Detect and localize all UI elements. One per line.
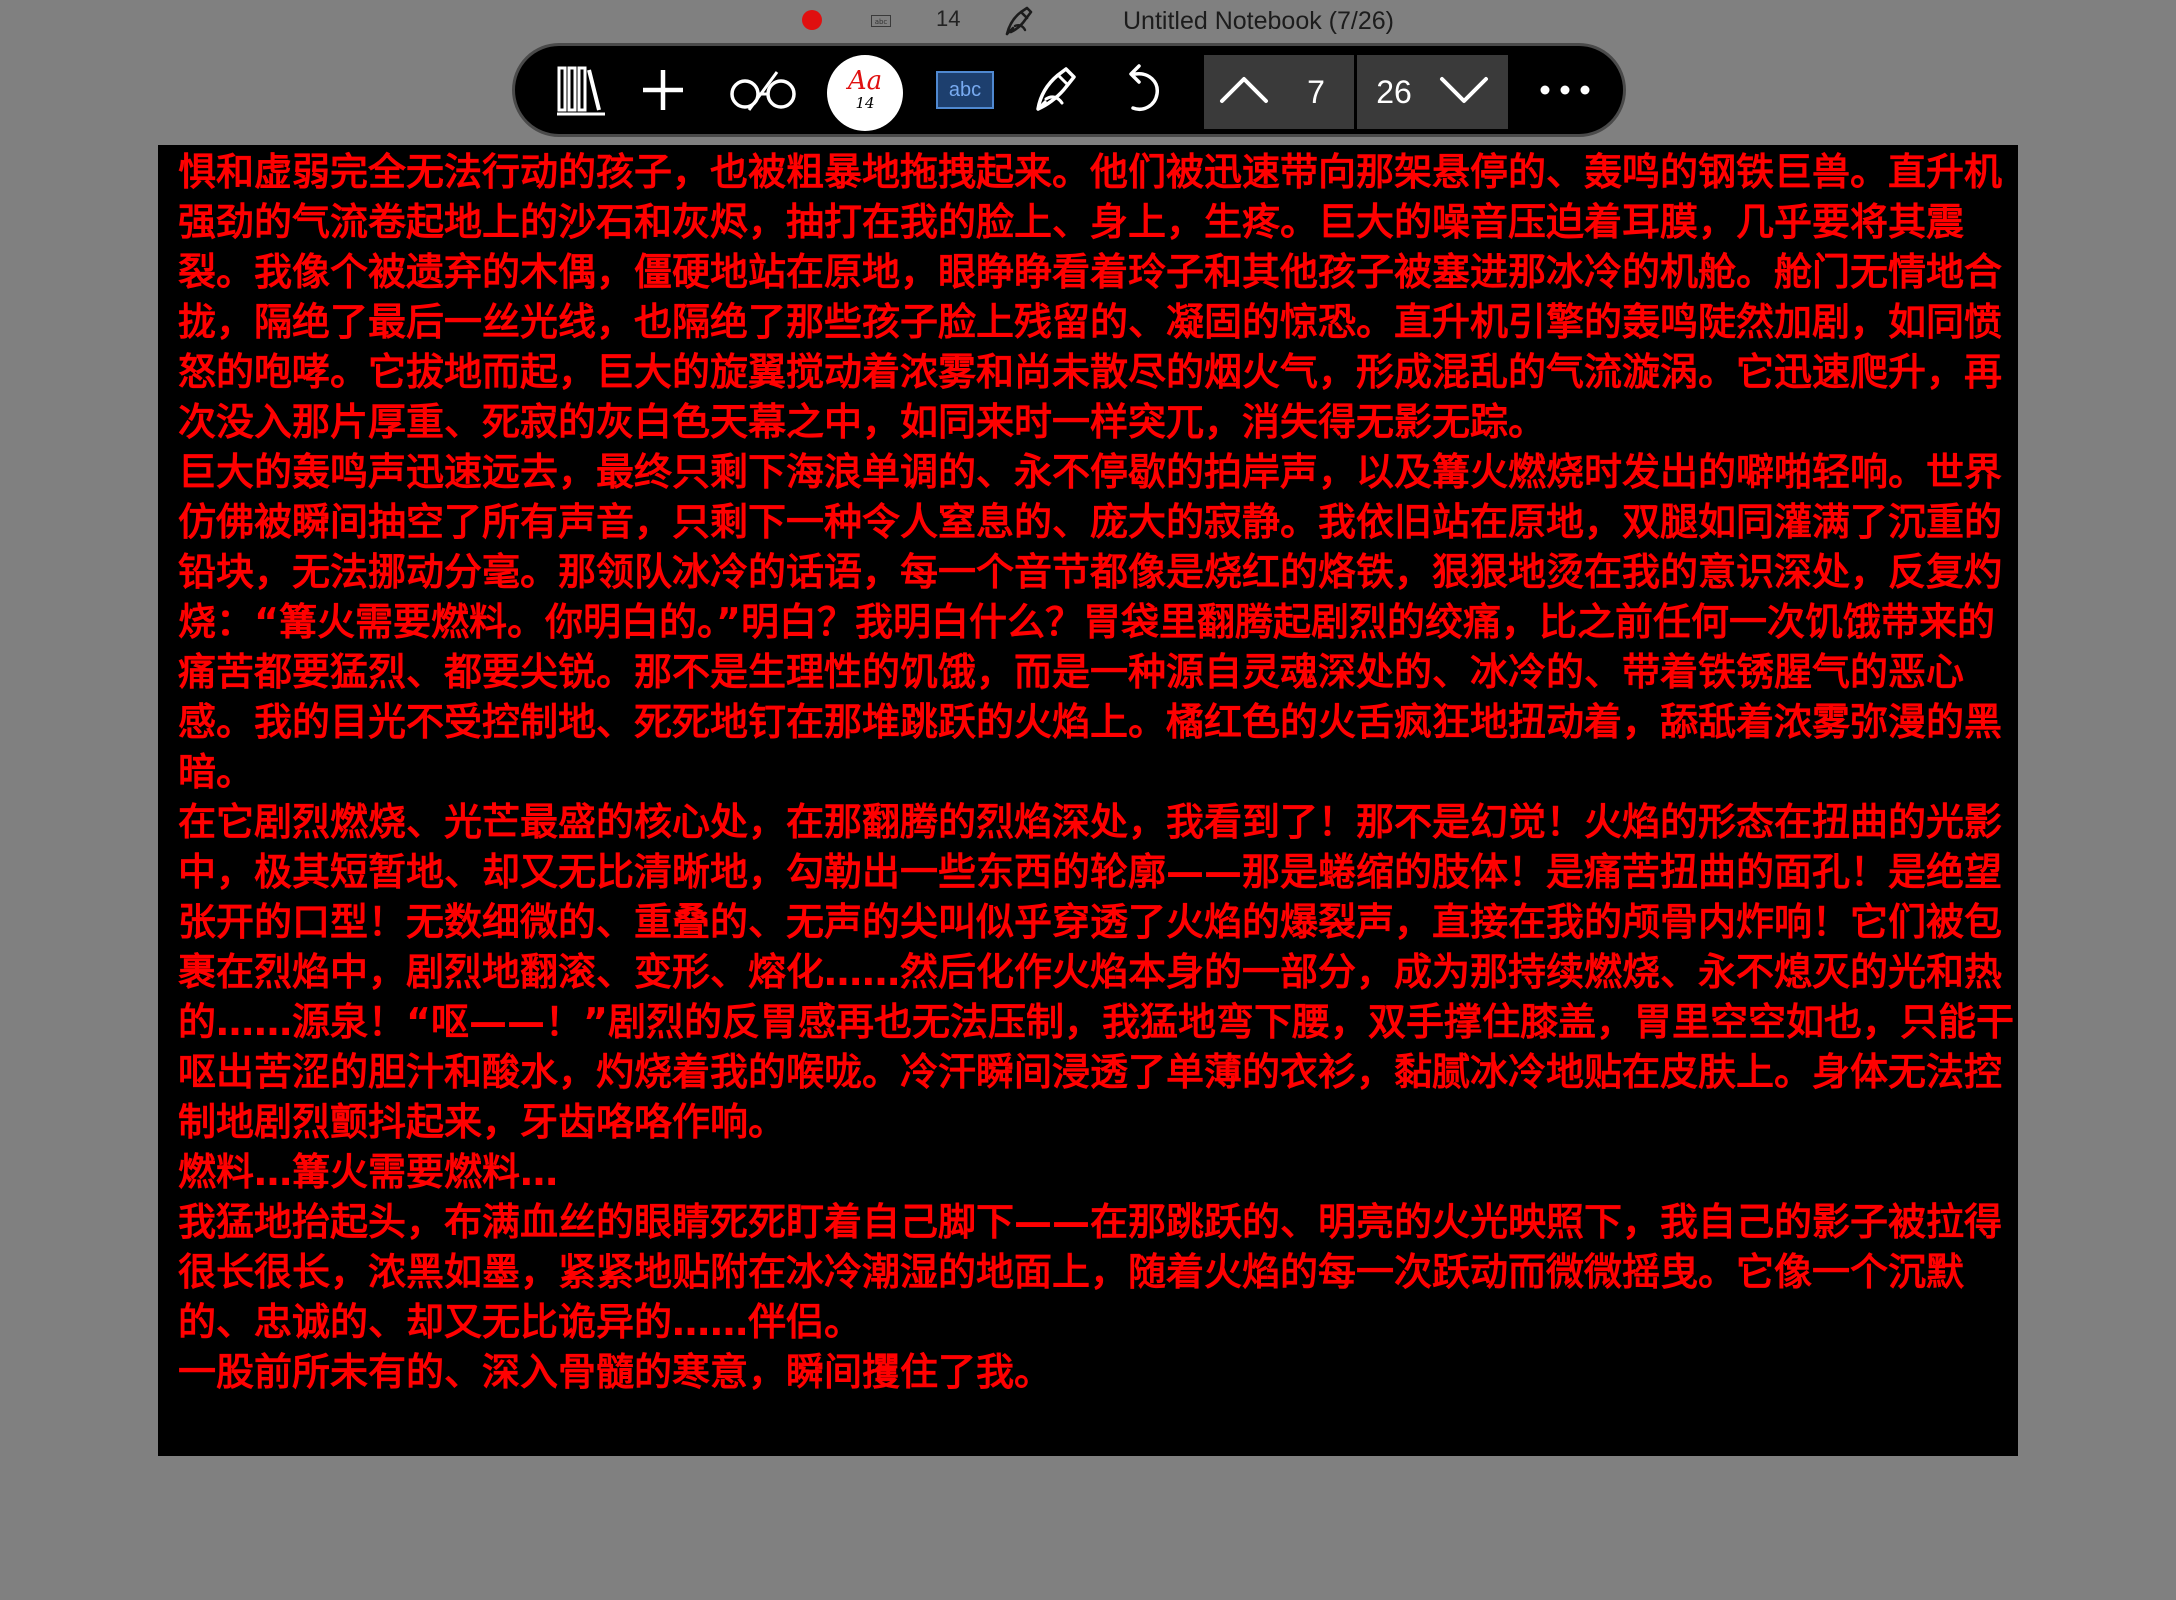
paragraph: 在它剧烈燃烧、光芒最盛的核心处，在那翻腾的烈焰深处，我看到了！那不是幻觉！火焰的… — [178, 800, 2014, 1144]
mini-abc-icon: abc — [871, 15, 891, 27]
undo-button[interactable] — [1109, 58, 1173, 122]
notebook-page[interactable]: 惧和虚弱完全无法行动的孩子，也被粗暴地拖拽起来。他们被迅速带向那架悬停的、轰鸣的… — [158, 145, 2018, 1456]
font-icon: Aa — [847, 66, 883, 96]
paragraph: 巨大的轰鸣声迅速远去，最终只剩下海浪单调的、永不停歇的拍岸声，以及篝火燃烧时发出… — [178, 450, 2003, 794]
paragraph: 惧和虚弱完全无法行动的孩子，也被粗暴地拖拽起来。他们被迅速带向那架悬停的、轰鸣的… — [178, 150, 2003, 444]
recording-indicator — [802, 10, 822, 30]
library-icon — [555, 62, 607, 118]
window-title: Untitled Notebook (7/26) — [1123, 7, 1394, 35]
add-page-button[interactable] — [631, 58, 695, 122]
status-strip: abc 14 Untitled Notebook (7/26) — [0, 0, 2176, 44]
font-settings-button[interactable]: Aa 14 — [827, 55, 903, 131]
pen-button[interactable] — [1023, 58, 1087, 122]
more-button[interactable] — [1533, 58, 1597, 122]
pager-divider — [1354, 55, 1357, 129]
more-icon — [1538, 83, 1592, 97]
mini-pen-icon — [1003, 4, 1037, 38]
pen-icon — [1028, 63, 1082, 117]
font-size-label: 14 — [855, 94, 875, 112]
current-page-number[interactable]: 7 — [1286, 55, 1346, 129]
paragraph: 我猛地抬起头，布满血丝的眼睛死死盯着自己脚下——在那跳跃的、明亮的火光映照下，我… — [178, 1200, 2003, 1344]
chevron-up-icon — [1218, 75, 1270, 109]
font-size-indicator: 14 — [936, 6, 961, 31]
library-button[interactable] — [549, 58, 613, 122]
toolbar: Aa 14 abc 7 26 — [512, 43, 1626, 137]
previous-page-button[interactable] — [1212, 60, 1276, 124]
next-page-button[interactable] — [1432, 60, 1496, 124]
chevron-down-icon — [1438, 75, 1490, 109]
paragraph: 一股前所未有的、深入骨髓的寒意，瞬间攫住了我。 — [178, 1350, 1053, 1394]
abc-icon: abc — [936, 71, 994, 109]
glasses-icon — [727, 66, 799, 114]
page-navigator: 7 26 — [1204, 55, 1508, 129]
text-recognition-button[interactable]: abc — [933, 58, 997, 122]
paragraph: 燃料…篝火需要燃料… — [178, 1150, 559, 1194]
reading-mode-button[interactable] — [730, 58, 796, 122]
undo-icon — [1117, 64, 1165, 116]
total-pages: 26 — [1376, 74, 1412, 110]
plus-icon — [639, 66, 687, 114]
